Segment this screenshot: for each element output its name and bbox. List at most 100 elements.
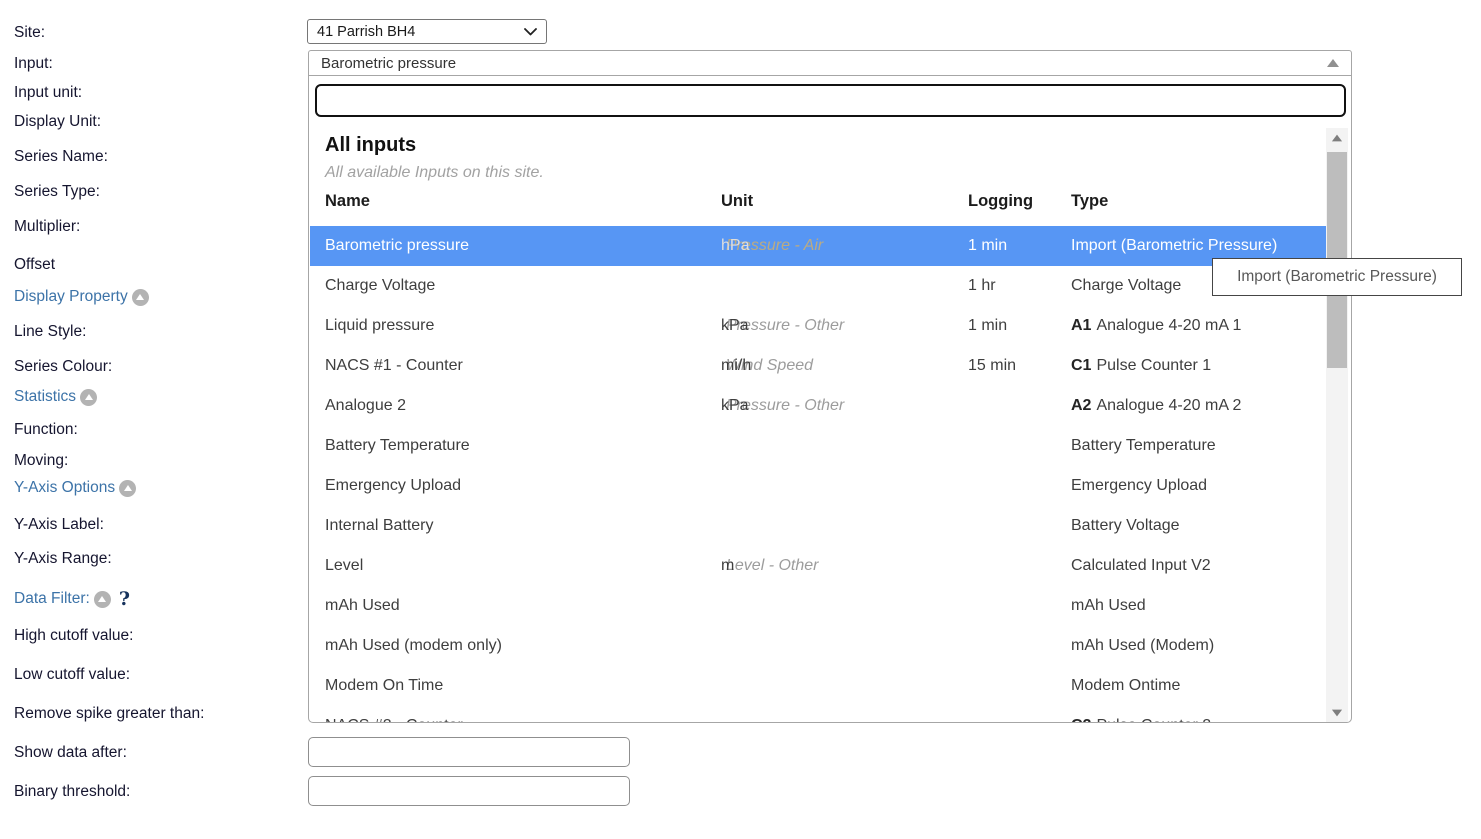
input-dropdown-panel: All inputs All available Inputs on this …	[308, 76, 1352, 723]
input-option-row[interactable]: Modem On TimeModem Ontime	[310, 666, 1326, 706]
input-option-row[interactable]: NACS #2 - Counter C2Pulse Counter 2	[310, 706, 1326, 723]
column-header-name: Name	[325, 192, 370, 211]
type-text: Battery Temperature	[1071, 437, 1216, 454]
label-text: Data Filter:	[14, 590, 90, 608]
label-text: Series Colour:	[14, 358, 112, 376]
label-series-colour: Series Colour:	[14, 358, 112, 376]
label-text: High cutoff value:	[14, 627, 133, 645]
unit-abbreviation: kPa	[721, 386, 749, 426]
option-type: A2 Analogue 4-20 mA 2	[1071, 386, 1241, 426]
site-select-value: 41 Parrish BH4	[317, 24, 415, 40]
option-logging: 1 hr	[968, 266, 996, 306]
input-option-row[interactable]: Barometric pressurehPaPressure - Air1 mi…	[310, 226, 1326, 266]
collapse-circle-icon[interactable]	[132, 289, 149, 306]
input-search-field[interactable]	[315, 84, 1346, 117]
type-tooltip: Import (Barometric Pressure)	[1212, 258, 1462, 296]
type-channel-code: A2	[1071, 397, 1091, 414]
scroll-up-button[interactable]	[1326, 128, 1348, 148]
triangle-up-icon	[1332, 135, 1342, 142]
label-moving: Moving:	[14, 452, 68, 470]
input-option-row[interactable]: Liquid pressurekPaPressure - Other1 minA…	[310, 306, 1326, 346]
dropdown-column-headers: Name Unit Logging Type	[309, 192, 1325, 218]
option-type: Modem Ontime	[1071, 666, 1180, 706]
type-text: Charge Voltage	[1071, 277, 1181, 294]
label-display-unit: Display Unit:	[14, 113, 101, 131]
collapse-arrow-icon[interactable]	[1327, 59, 1339, 67]
dropdown-group-subtitle: All available Inputs on this site.	[325, 164, 544, 182]
label-low-cutoff-value: Low cutoff value:	[14, 666, 130, 684]
scroll-down-button[interactable]	[1326, 703, 1348, 723]
option-name: Internal Battery	[325, 506, 434, 546]
unit-abbreviation: hPa	[721, 226, 749, 266]
input-option-row[interactable]: Emergency Upload Emergency Upload	[310, 466, 1326, 506]
type-text: Pulse Counter 2	[1096, 717, 1211, 723]
section-toggle-y-axis-options[interactable]: Y-Axis Options	[14, 479, 136, 497]
collapse-circle-icon[interactable]	[119, 480, 136, 497]
type-text: Emergency Upload	[1071, 477, 1207, 494]
collapse-circle-icon[interactable]	[94, 591, 111, 608]
label-function: Function:	[14, 421, 78, 439]
show-data-after-input[interactable]	[308, 737, 630, 767]
option-name: NACS #1 - Counter	[325, 346, 463, 386]
label-text: Offset	[14, 256, 55, 274]
input-combobox[interactable]: Barometric pressure	[308, 50, 1352, 76]
option-name: mAh Used (modem only)	[325, 626, 502, 666]
type-text: Analogue 4-20 mA 1	[1096, 317, 1241, 334]
input-option-row[interactable]: Analogue 2kPaPressure - OtherA2Analogue …	[310, 386, 1326, 426]
triangle-down-icon	[1332, 710, 1342, 717]
option-name: NACS #2 - Counter	[325, 706, 463, 723]
dropdown-scrollbar[interactable]	[1326, 128, 1348, 723]
series-settings-form: Site:Input:Input unit:Display Unit:Serie…	[0, 0, 1481, 839]
collapse-circle-icon[interactable]	[80, 389, 97, 406]
label-text: Line Style:	[14, 323, 86, 341]
unit-abbreviation: mi/h	[721, 346, 751, 386]
label-series-type: Series Type:	[14, 183, 100, 201]
option-name: Level	[325, 546, 363, 586]
label-text: Y-Axis Range:	[14, 550, 112, 568]
option-type: Calculated Input V2	[1071, 546, 1211, 586]
section-toggle-statistics[interactable]: Statistics	[14, 388, 97, 406]
input-option-row[interactable]: mAh UsedmAh Used	[310, 586, 1326, 626]
input-option-row[interactable]: LevelmLevel - OtherCalculated Input V2	[310, 546, 1326, 586]
input-option-row[interactable]: NACS #1 - Countermi/hWind Speed15 minC1P…	[310, 346, 1326, 386]
type-text: Analogue 4-20 mA 2	[1096, 397, 1241, 414]
option-type: C2Pulse Counter 2	[1071, 706, 1211, 723]
type-channel-code: A1	[1071, 317, 1091, 334]
site-select[interactable]: 41 Parrish BH4	[307, 19, 547, 44]
option-type: A1 Analogue 4-20 mA 1	[1071, 306, 1241, 346]
input-option-row[interactable]: Battery Temperature Battery Temperature	[310, 426, 1326, 466]
label-text: Input unit:	[14, 84, 82, 102]
label-text: Series Name:	[14, 148, 108, 166]
option-name: Charge Voltage	[325, 266, 435, 306]
chevron-down-icon	[524, 28, 537, 36]
input-option-row[interactable]: Internal BatteryBattery Voltage	[310, 506, 1326, 546]
input-option-row[interactable]: mAh Used (modem only) mAh Used (Modem)	[310, 626, 1326, 666]
type-text: mAh Used (Modem)	[1071, 637, 1214, 654]
option-logging: 1 min	[968, 306, 1007, 346]
type-text: mAh Used	[1071, 597, 1146, 614]
type-text: Pulse Counter 1	[1096, 357, 1211, 374]
option-name: Battery Temperature	[325, 426, 470, 466]
section-toggle-data-filter[interactable]: Data Filter:?	[14, 588, 130, 610]
type-text: Modem Ontime	[1071, 677, 1180, 694]
binary-threshold-input[interactable]	[308, 776, 630, 806]
option-name: Analogue 2	[325, 386, 406, 426]
option-logging: 15 min	[968, 346, 1016, 386]
input-option-row[interactable]: Charge Voltage 1 hr Charge Voltage	[310, 266, 1326, 306]
type-text: Calculated Input V2	[1071, 557, 1211, 574]
label-text: Show data after:	[14, 744, 127, 762]
label-text: Series Type:	[14, 183, 100, 201]
unit-category: Level - Other	[726, 557, 818, 574]
label-binary-threshold: Binary threshold:	[14, 783, 130, 801]
column-header-logging: Logging	[968, 192, 1033, 211]
label-text: Function:	[14, 421, 78, 439]
unit-abbreviation: kPa	[721, 306, 749, 346]
help-icon[interactable]: ?	[119, 588, 130, 610]
section-toggle-display-property[interactable]: Display Property	[14, 288, 149, 306]
option-type: Emergency Upload	[1071, 466, 1207, 506]
option-name: Emergency Upload	[325, 466, 461, 506]
option-type: mAh Used	[1071, 586, 1146, 626]
label-text: Display Property	[14, 288, 128, 306]
input-combobox-value: Barometric pressure	[321, 55, 456, 72]
label-show-data-after: Show data after:	[14, 744, 127, 762]
